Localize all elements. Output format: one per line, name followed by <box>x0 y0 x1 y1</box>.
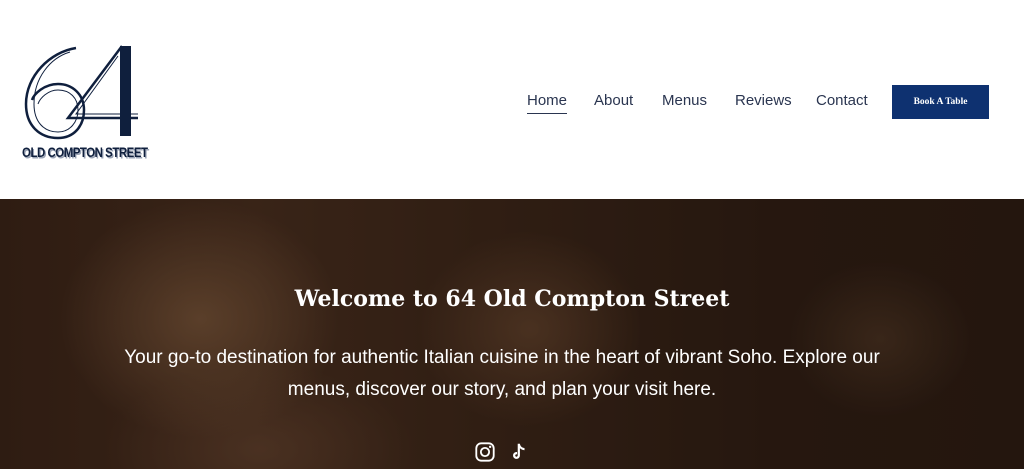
hero-title: Welcome to 64 Old Compton Street <box>294 286 730 312</box>
book-a-table-button[interactable]: Book A Table <box>892 85 989 119</box>
nav-item-home[interactable]: Home <box>527 92 568 114</box>
main-nav: Home About Menus Reviews Contact <box>0 92 1024 114</box>
nav-item-contact[interactable]: Contact <box>816 92 868 109</box>
hero-background-image <box>0 199 1024 469</box>
tiktok-icon <box>513 443 525 459</box>
nav-item-reviews[interactable]: Reviews <box>735 92 792 109</box>
nav-item-about[interactable]: About <box>594 92 633 109</box>
hero-section: Welcome to 64 Old Compton Street Your go… <box>0 199 1024 469</box>
hero-description: Your go-to destination for authentic Ita… <box>124 347 880 400</box>
instagram-icon <box>475 442 495 462</box>
instagram-link[interactable] <box>474 441 496 465</box>
site-header: OLD COMPTON STREET Home About Menus Revi… <box>0 0 1024 199</box>
tiktok-link[interactable] <box>508 441 530 465</box>
nav-item-menus[interactable]: Menus <box>662 92 707 109</box>
social-links <box>474 441 530 465</box>
logo-wordmark: OLD COMPTON STREET <box>22 144 148 160</box>
